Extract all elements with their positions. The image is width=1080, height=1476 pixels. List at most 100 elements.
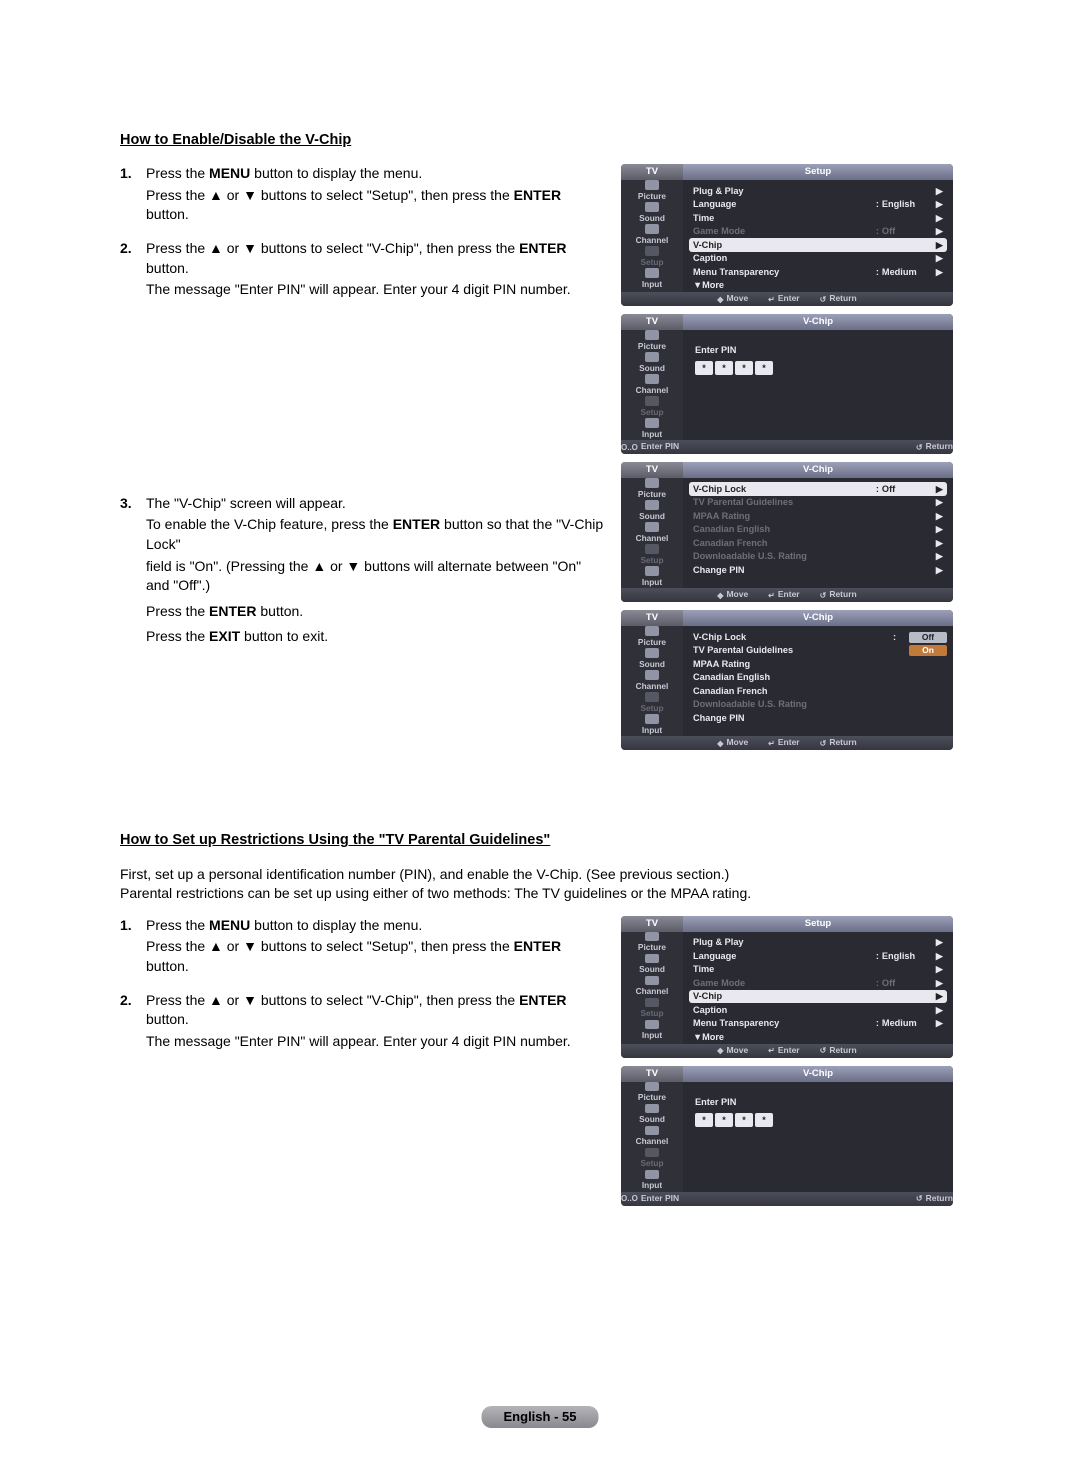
row-change-pin: Change PIN▶ xyxy=(689,563,947,577)
side-channel: Channel xyxy=(621,670,683,692)
channel-icon xyxy=(645,976,659,985)
row-can-fr: Canadian French xyxy=(689,684,903,698)
side-setup: Setup xyxy=(621,1148,683,1170)
osd-tv-label: TV xyxy=(621,462,683,478)
side-picture: Picture xyxy=(621,1082,683,1104)
side-input: Input xyxy=(621,1170,683,1192)
pin-digit: * xyxy=(755,361,773,375)
side-sound: Sound xyxy=(621,352,683,374)
step-1-3: 3. The "V-Chip" screen will appear. To e… xyxy=(120,494,605,649)
row-menu-transparency: Menu Transparency:Medium▶ xyxy=(689,1017,947,1031)
row-change-pin: Change PIN xyxy=(689,711,903,725)
side-input: Input xyxy=(621,1020,683,1042)
step-num: 3. xyxy=(120,494,146,649)
side-picture: Picture xyxy=(621,180,683,202)
move-icon: ◆ xyxy=(717,294,723,305)
pin-boxes: * * * * xyxy=(695,361,941,375)
step-num: 2. xyxy=(120,991,146,1054)
step-2-1: 1. Press the MENU button to display the … xyxy=(120,916,605,979)
row-gamemode: Game Mode:Off▶ xyxy=(689,225,947,239)
osd-title: V-Chip xyxy=(683,1066,953,1082)
row-tvpg: TV Parental Guidelines▶ xyxy=(689,496,947,510)
pin-boxes: * * * * xyxy=(695,1113,941,1127)
step-2-2: 2. Press the ▲ or ▼ buttons to select "V… xyxy=(120,991,605,1054)
page-footer: English - 55 xyxy=(482,1406,599,1428)
row-can-fr: Canadian French▶ xyxy=(689,536,947,550)
side-channel: Channel xyxy=(621,374,683,396)
t: Press the ▲ or ▼ buttons to select "V-Ch… xyxy=(146,992,519,1008)
row-dl: Downloadable U.S. Rating▶ xyxy=(689,550,947,564)
channel-icon xyxy=(645,670,659,679)
side-sound: Sound xyxy=(621,648,683,670)
osd-vchip-pin: TV V-Chip Picture Sound Channel Setup In… xyxy=(621,1066,953,1206)
step-num: 1. xyxy=(120,164,146,227)
t: button. xyxy=(146,958,189,974)
row-vchip: V-Chip▶ xyxy=(689,238,947,252)
return-icon: ↺ xyxy=(916,1193,923,1204)
enter-icon: ↵ xyxy=(768,1045,775,1056)
t: MENU xyxy=(209,917,250,933)
osd-title: Setup xyxy=(683,916,953,932)
t: button to display the menu. xyxy=(250,917,422,933)
t: button to display the menu. xyxy=(250,165,422,181)
enter-pin-label: Enter PIN xyxy=(695,1096,941,1109)
intro-line-1: First, set up a personal identification … xyxy=(120,865,940,885)
osd-footer: ◆Move ↵Enter ↺Return xyxy=(621,1044,953,1058)
side-setup: Setup xyxy=(621,692,683,714)
channel-icon xyxy=(645,224,659,233)
row-more: ▼More xyxy=(689,1030,947,1044)
t: ENTER xyxy=(519,992,566,1008)
t: Press the xyxy=(146,917,209,933)
t: The message "Enter PIN" will appear. Ent… xyxy=(146,280,605,300)
enterpin-icon: O..O xyxy=(621,1193,638,1204)
osd-title: V-Chip xyxy=(683,610,953,626)
t: ENTER xyxy=(514,938,561,954)
osd-tv-label: TV xyxy=(621,916,683,932)
step-1-1: 1. Press the MENU button to display the … xyxy=(120,164,605,227)
enter-icon: ↵ xyxy=(768,590,775,601)
side-setup: Setup xyxy=(621,544,683,566)
setup-icon xyxy=(645,692,659,701)
channel-icon xyxy=(645,374,659,383)
side-picture: Picture xyxy=(621,478,683,500)
enter-icon: ↵ xyxy=(768,738,775,749)
side-input: Input xyxy=(621,268,683,290)
side-channel: Channel xyxy=(621,1126,683,1148)
side-setup: Setup xyxy=(621,246,683,268)
row-plugplay: Plug & Play▶ xyxy=(689,936,947,950)
option-on: On xyxy=(909,645,947,656)
pin-digit: * xyxy=(695,1113,713,1127)
side-channel: Channel xyxy=(621,522,683,544)
osd-footer: ◆Move ↵Enter ↺Return xyxy=(621,292,953,306)
side-sound: Sound xyxy=(621,1104,683,1126)
enter-pin-label: Enter PIN xyxy=(695,344,941,357)
row-mpaa: MPAA Rating▶ xyxy=(689,509,947,523)
t: button to exit. xyxy=(240,628,328,644)
t: Press the xyxy=(146,603,209,619)
sound-icon xyxy=(645,954,659,963)
return-icon: ↺ xyxy=(820,738,827,749)
t: Press the xyxy=(146,165,209,181)
input-icon xyxy=(645,268,659,277)
t: button. xyxy=(146,1011,189,1027)
row-language: Language:English▶ xyxy=(689,949,947,963)
row-menu-transparency: Menu Transparency:Medium▶ xyxy=(689,265,947,279)
picture-icon xyxy=(645,932,659,941)
row-can-en: Canadian English▶ xyxy=(689,523,947,537)
picture-icon xyxy=(645,330,659,339)
osd-title: V-Chip xyxy=(683,462,953,478)
t: button. xyxy=(146,260,189,276)
row-time: Time▶ xyxy=(689,211,947,225)
t: To enable the V-Chip feature, press the xyxy=(146,516,393,532)
t: Press the ▲ or ▼ buttons to select "V-Ch… xyxy=(146,240,519,256)
channel-icon xyxy=(645,522,659,531)
pin-digit: * xyxy=(755,1113,773,1127)
t: MENU xyxy=(209,165,250,181)
setup-icon xyxy=(645,396,659,405)
sound-icon xyxy=(645,500,659,509)
side-sound: Sound xyxy=(621,954,683,976)
channel-icon xyxy=(645,1126,659,1135)
t: The "V-Chip" screen will appear. xyxy=(146,494,605,514)
t: field is "On". (Pressing the ▲ or ▼ butt… xyxy=(146,557,605,596)
setup-icon xyxy=(645,246,659,255)
